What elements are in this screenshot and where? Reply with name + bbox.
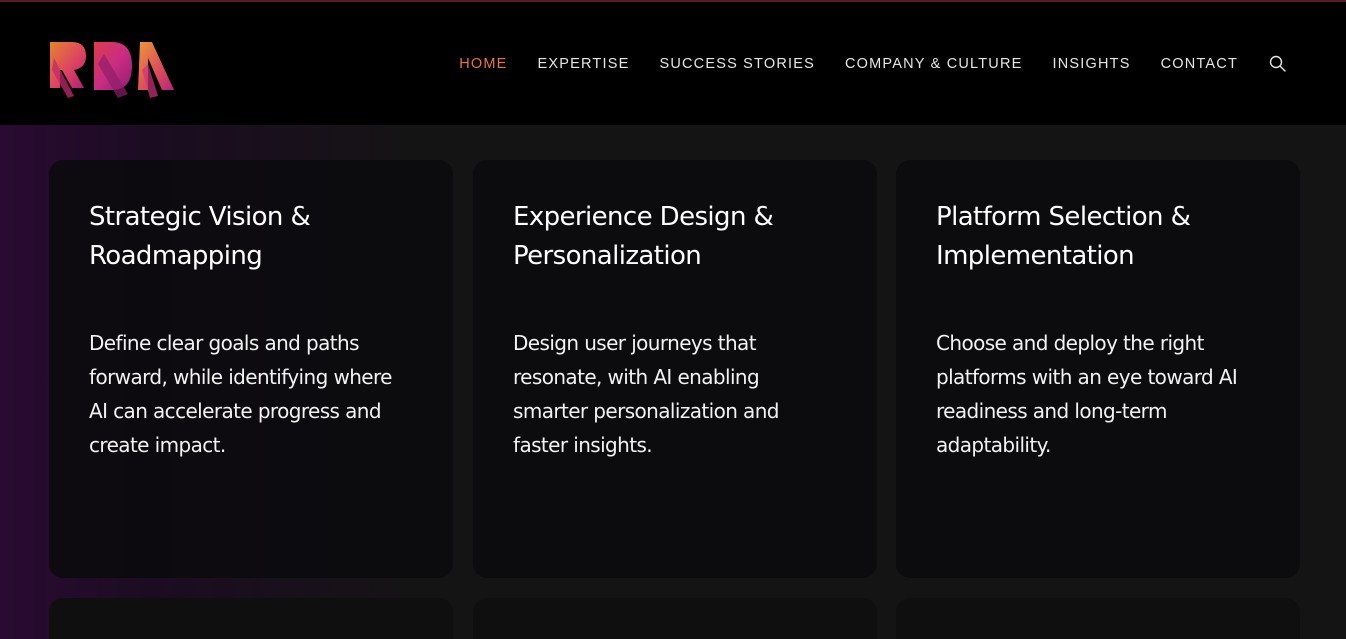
rda-logo[interactable]	[48, 40, 176, 100]
nav-contact[interactable]: CONTACT	[1161, 56, 1238, 72]
main-navigation: HOME EXPERTISE SUCCESS STORIES COMPANY &…	[429, 2, 1346, 125]
nav-home[interactable]: HOME	[459, 56, 507, 72]
card-next-row-2[interactable]	[473, 598, 877, 639]
card-title: Experience Design & Personalization	[513, 202, 774, 271]
card-next-row-3[interactable]	[896, 598, 1300, 639]
nav-company-culture[interactable]: COMPANY & CULTURE	[845, 56, 1023, 72]
card-title: Platform Selection & Implementation	[936, 202, 1191, 271]
logo-mark	[50, 42, 174, 98]
card-description: Define clear goals and paths forward, wh…	[89, 331, 392, 457]
search-icon[interactable]	[1268, 55, 1286, 73]
card-strategic-vision[interactable]: Strategic Vision & Roadmapping Define cl…	[49, 160, 453, 578]
card-experience-design[interactable]: Experience Design & Personalization Desi…	[473, 160, 877, 578]
card-description: Choose and deploy the right platforms wi…	[936, 331, 1238, 457]
card-title: Strategic Vision & Roadmapping	[89, 202, 311, 271]
site-header: HOME EXPERTISE SUCCESS STORIES COMPANY &…	[0, 2, 1346, 125]
nav-insights[interactable]: INSIGHTS	[1053, 56, 1131, 72]
card-description: Design user journeys that resonate, with…	[513, 331, 779, 457]
nav-success-stories[interactable]: SUCCESS STORIES	[659, 56, 815, 72]
card-platform-selection[interactable]: Platform Selection & Implementation Choo…	[896, 160, 1300, 578]
nav-expertise[interactable]: EXPERTISE	[538, 56, 630, 72]
card-next-row-1[interactable]	[49, 598, 453, 639]
